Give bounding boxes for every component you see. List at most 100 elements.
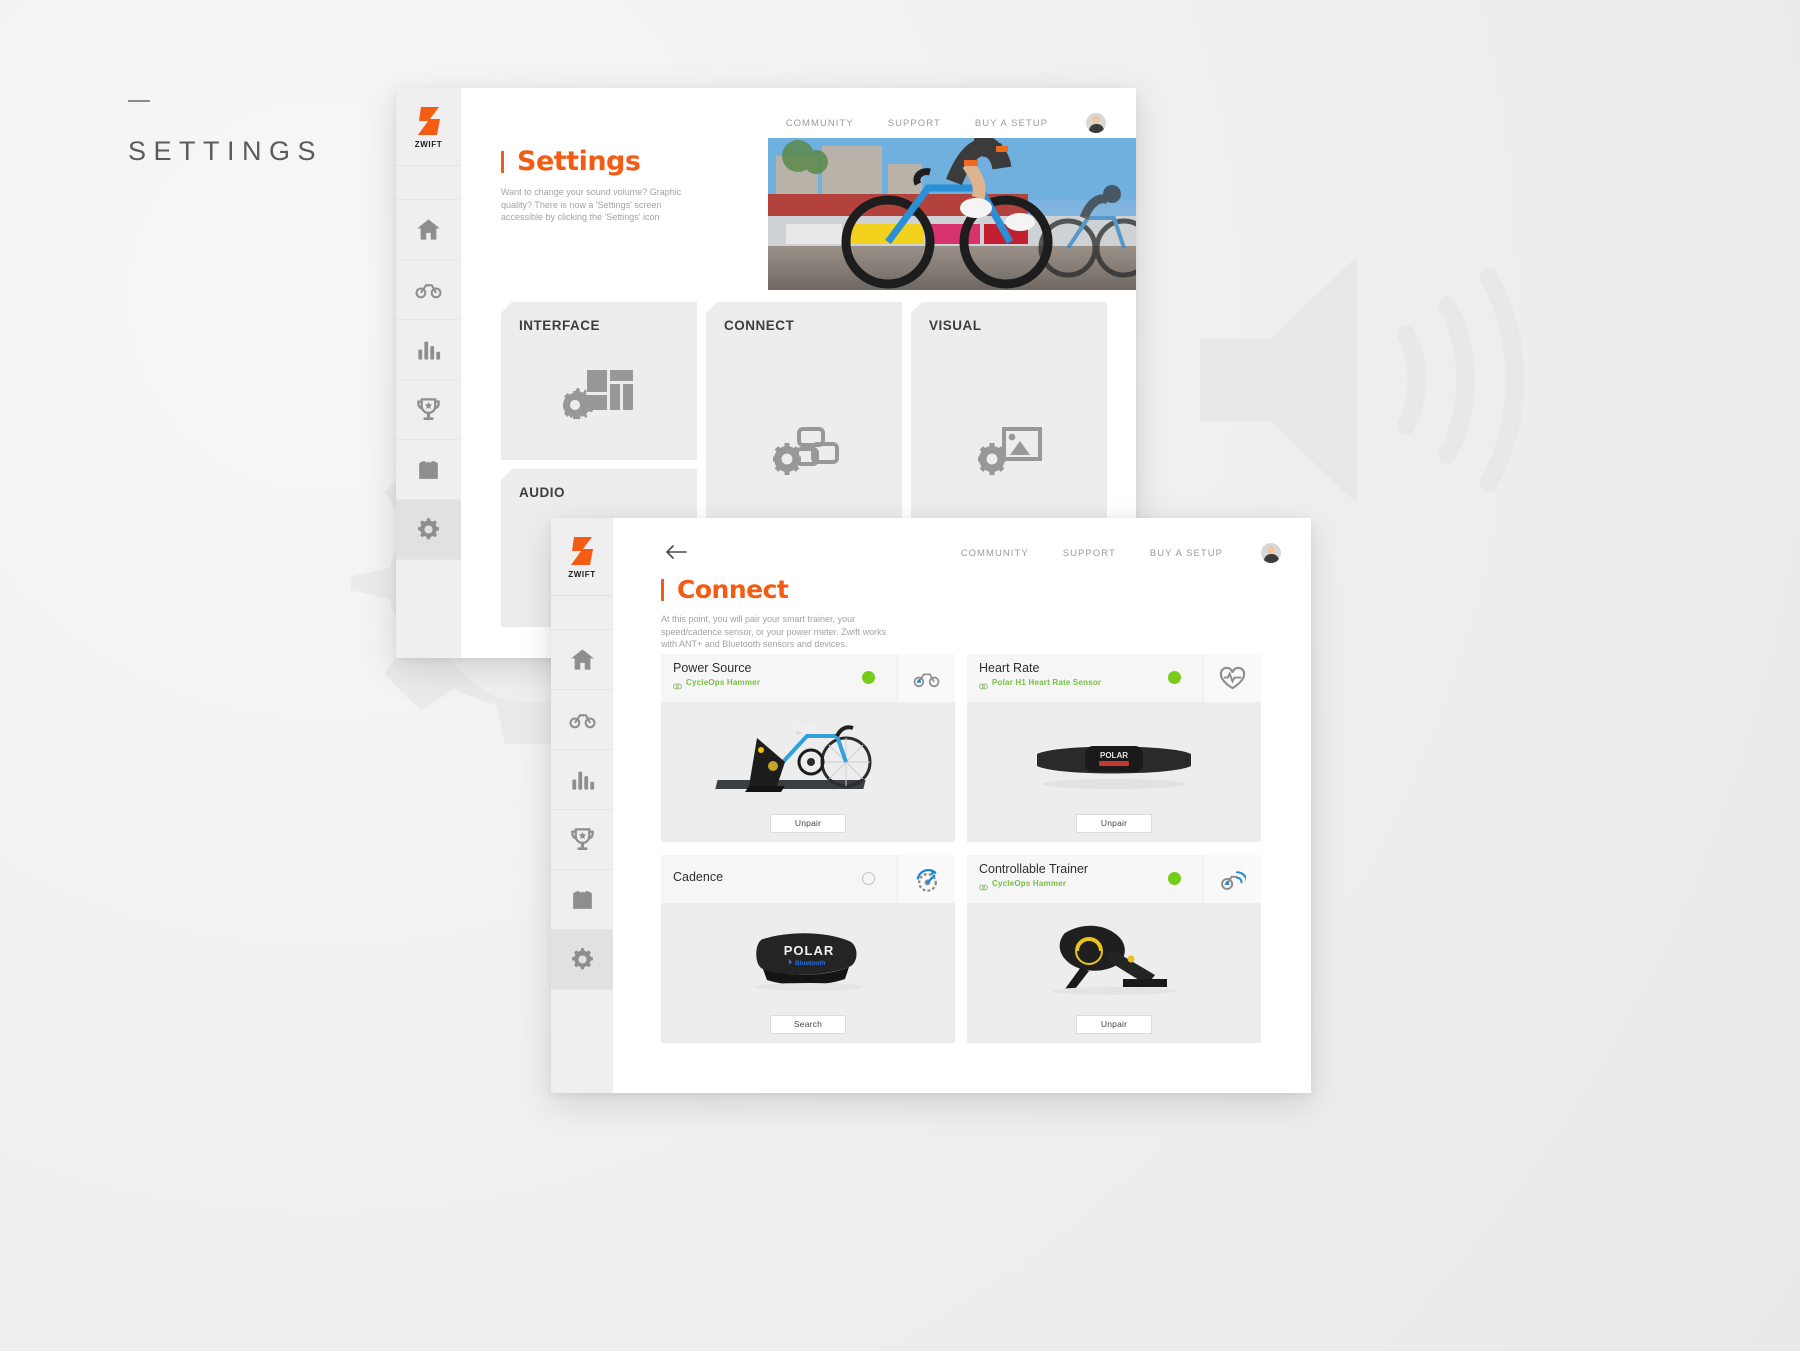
- sidebar-item-home[interactable]: [551, 629, 613, 689]
- unpair-button[interactable]: Unpair: [1076, 813, 1152, 833]
- card-connect-title: CONNECT: [724, 318, 795, 333]
- hero-image: [768, 138, 1136, 290]
- status-badge: [862, 872, 875, 885]
- device-header: Power Source CycleOps Hammer: [661, 654, 955, 702]
- zwift-logo[interactable]: ZWIFT: [396, 88, 461, 166]
- status-badge: [1168, 671, 1181, 684]
- nav-buy-a-setup[interactable]: BUY A SETUP: [975, 118, 1048, 129]
- device-footer: Search: [661, 1005, 955, 1043]
- device-card-controllable-trainer[interactable]: Controllable Trainer CycleOps Hammer Unp…: [967, 855, 1261, 1043]
- bar-chart-icon: [571, 771, 594, 790]
- nav-community[interactable]: COMMUNITY: [786, 118, 854, 129]
- cycleops-hammer-trainer-photo: [1052, 925, 1176, 995]
- gear-image-icon: [978, 427, 1042, 475]
- page-title: Connect: [677, 575, 789, 604]
- svg-text:POLAR: POLAR: [784, 943, 835, 958]
- connect-window: ZWIFT COMMUNITY SUPPORT BUY A SETUP Conn…: [551, 518, 1311, 1093]
- back-arrow-icon: [666, 545, 687, 559]
- accent-bar: [501, 150, 504, 173]
- bluetooth-icon: [979, 678, 988, 690]
- search-button[interactable]: Search: [770, 1014, 846, 1034]
- sidebar-tail: [551, 989, 613, 1093]
- nav-support[interactable]: SUPPORT: [1063, 548, 1116, 559]
- trophy-icon: [417, 398, 440, 420]
- device-photo: POLAR: [967, 702, 1261, 804]
- status-badge: [1168, 872, 1181, 885]
- cadence-icon: [916, 868, 937, 892]
- device-photo: [967, 903, 1261, 1005]
- zwift-logo[interactable]: ZWIFT: [551, 518, 613, 596]
- nav-community[interactable]: COMMUNITY: [961, 548, 1029, 559]
- nav-buy-a-setup[interactable]: BUY A SETUP: [1150, 548, 1223, 559]
- device-grid: Power Source CycleOps Hammer Unpair Hear…: [661, 654, 1261, 1043]
- device-photo: POLAR Bluetooth: [661, 903, 955, 1005]
- zwift-wordmark: ZWIFT: [414, 139, 443, 149]
- home-icon: [417, 219, 440, 240]
- sidebar-item-home[interactable]: [396, 199, 461, 259]
- sidebar-item-settings[interactable]: [551, 929, 613, 989]
- jersey-icon: [572, 891, 592, 909]
- sidebar-item-activity[interactable]: [396, 319, 461, 379]
- device-footer: Unpair: [661, 804, 955, 842]
- page-label-dash: [128, 100, 150, 102]
- bicycle-icon: [415, 284, 442, 299]
- connect-topnav: COMMUNITY SUPPORT BUY A SETUP: [961, 518, 1311, 588]
- device-footer: Unpair: [967, 804, 1261, 842]
- status-badge: [862, 671, 875, 684]
- page-label-title: SETTINGS: [128, 136, 324, 166]
- sidebar-item-garage[interactable]: [396, 439, 461, 499]
- bluetooth-icon: [673, 678, 682, 690]
- connect-content: COMMUNITY SUPPORT BUY A SETUP Connect At…: [613, 518, 1311, 1093]
- device-header-main: Power Source CycleOps Hammer: [661, 654, 897, 702]
- settings-sidebar: ZWIFT: [396, 88, 461, 658]
- sidebar-item-activity[interactable]: [551, 749, 613, 809]
- device-card-cadence[interactable]: Cadence POLAR Bluetooth Search: [661, 855, 955, 1043]
- back-button[interactable]: [665, 545, 687, 559]
- background-speaker-decoration: [1200, 256, 1525, 504]
- device-header: Controllable Trainer CycleOps Hammer: [967, 855, 1261, 903]
- device-header-main: Heart Rate Polar H1 Heart Rate Sensor: [967, 654, 1203, 702]
- card-interface[interactable]: INTERFACE: [501, 302, 697, 460]
- connect-heading-row: Connect: [661, 575, 896, 604]
- heart-rate-strap-photo: POLAR: [1037, 746, 1191, 789]
- nav-support[interactable]: SUPPORT: [888, 118, 941, 129]
- gear-icon: [418, 518, 439, 540]
- card-visual-title: VISUAL: [929, 318, 982, 333]
- zwift-wordmark: ZWIFT: [568, 569, 596, 579]
- home-icon: [570, 649, 594, 670]
- unpair-button[interactable]: Unpair: [770, 813, 846, 833]
- trophy-icon: [570, 828, 594, 850]
- sidebar-tail: [396, 559, 461, 658]
- page-title: Settings: [517, 146, 641, 177]
- device-type-icon-wrap: [897, 855, 955, 903]
- device-card-power-source[interactable]: Power Source CycleOps Hammer Unpair: [661, 654, 955, 842]
- bluetooth-icon: [979, 879, 988, 891]
- gear-icon: [571, 948, 593, 970]
- sidebar-item-garage[interactable]: [551, 869, 613, 929]
- device-header-main: Cadence: [661, 855, 897, 903]
- avatar[interactable]: [1261, 543, 1281, 563]
- sidebar-item-settings[interactable]: [396, 499, 461, 559]
- device-type-icon-wrap: [1203, 855, 1261, 903]
- device-header-main: Controllable Trainer CycleOps Hammer: [967, 855, 1203, 903]
- device-type-icon-wrap: [897, 654, 955, 702]
- sidebar-item-achievements[interactable]: [396, 379, 461, 439]
- unpair-button[interactable]: Unpair: [1076, 1014, 1152, 1034]
- sidebar-item-ride[interactable]: [551, 689, 613, 749]
- heart-pulse-icon: [1219, 666, 1246, 689]
- zwift-z-icon: [417, 106, 440, 135]
- sidebar-item-achievements[interactable]: [551, 809, 613, 869]
- sidebar-item-ride[interactable]: [396, 259, 461, 319]
- device-footer: Unpair: [967, 1005, 1261, 1043]
- accent-bar: [661, 578, 664, 601]
- avatar[interactable]: [1086, 113, 1106, 133]
- settings-heading-block: Settings Want to change your sound volum…: [501, 146, 701, 224]
- svg-text:Bluetooth: Bluetooth: [795, 960, 825, 967]
- zwift-z-icon: [571, 536, 593, 565]
- device-header: Heart Rate Polar H1 Heart Rate Sensor: [967, 654, 1261, 702]
- device-header: Cadence: [661, 855, 955, 903]
- bicycle-icon: [569, 714, 595, 729]
- device-card-heart-rate[interactable]: Heart Rate Polar H1 Heart Rate Sensor PO…: [967, 654, 1261, 842]
- settings-description: Want to change your sound volume? Graphi…: [501, 187, 682, 222]
